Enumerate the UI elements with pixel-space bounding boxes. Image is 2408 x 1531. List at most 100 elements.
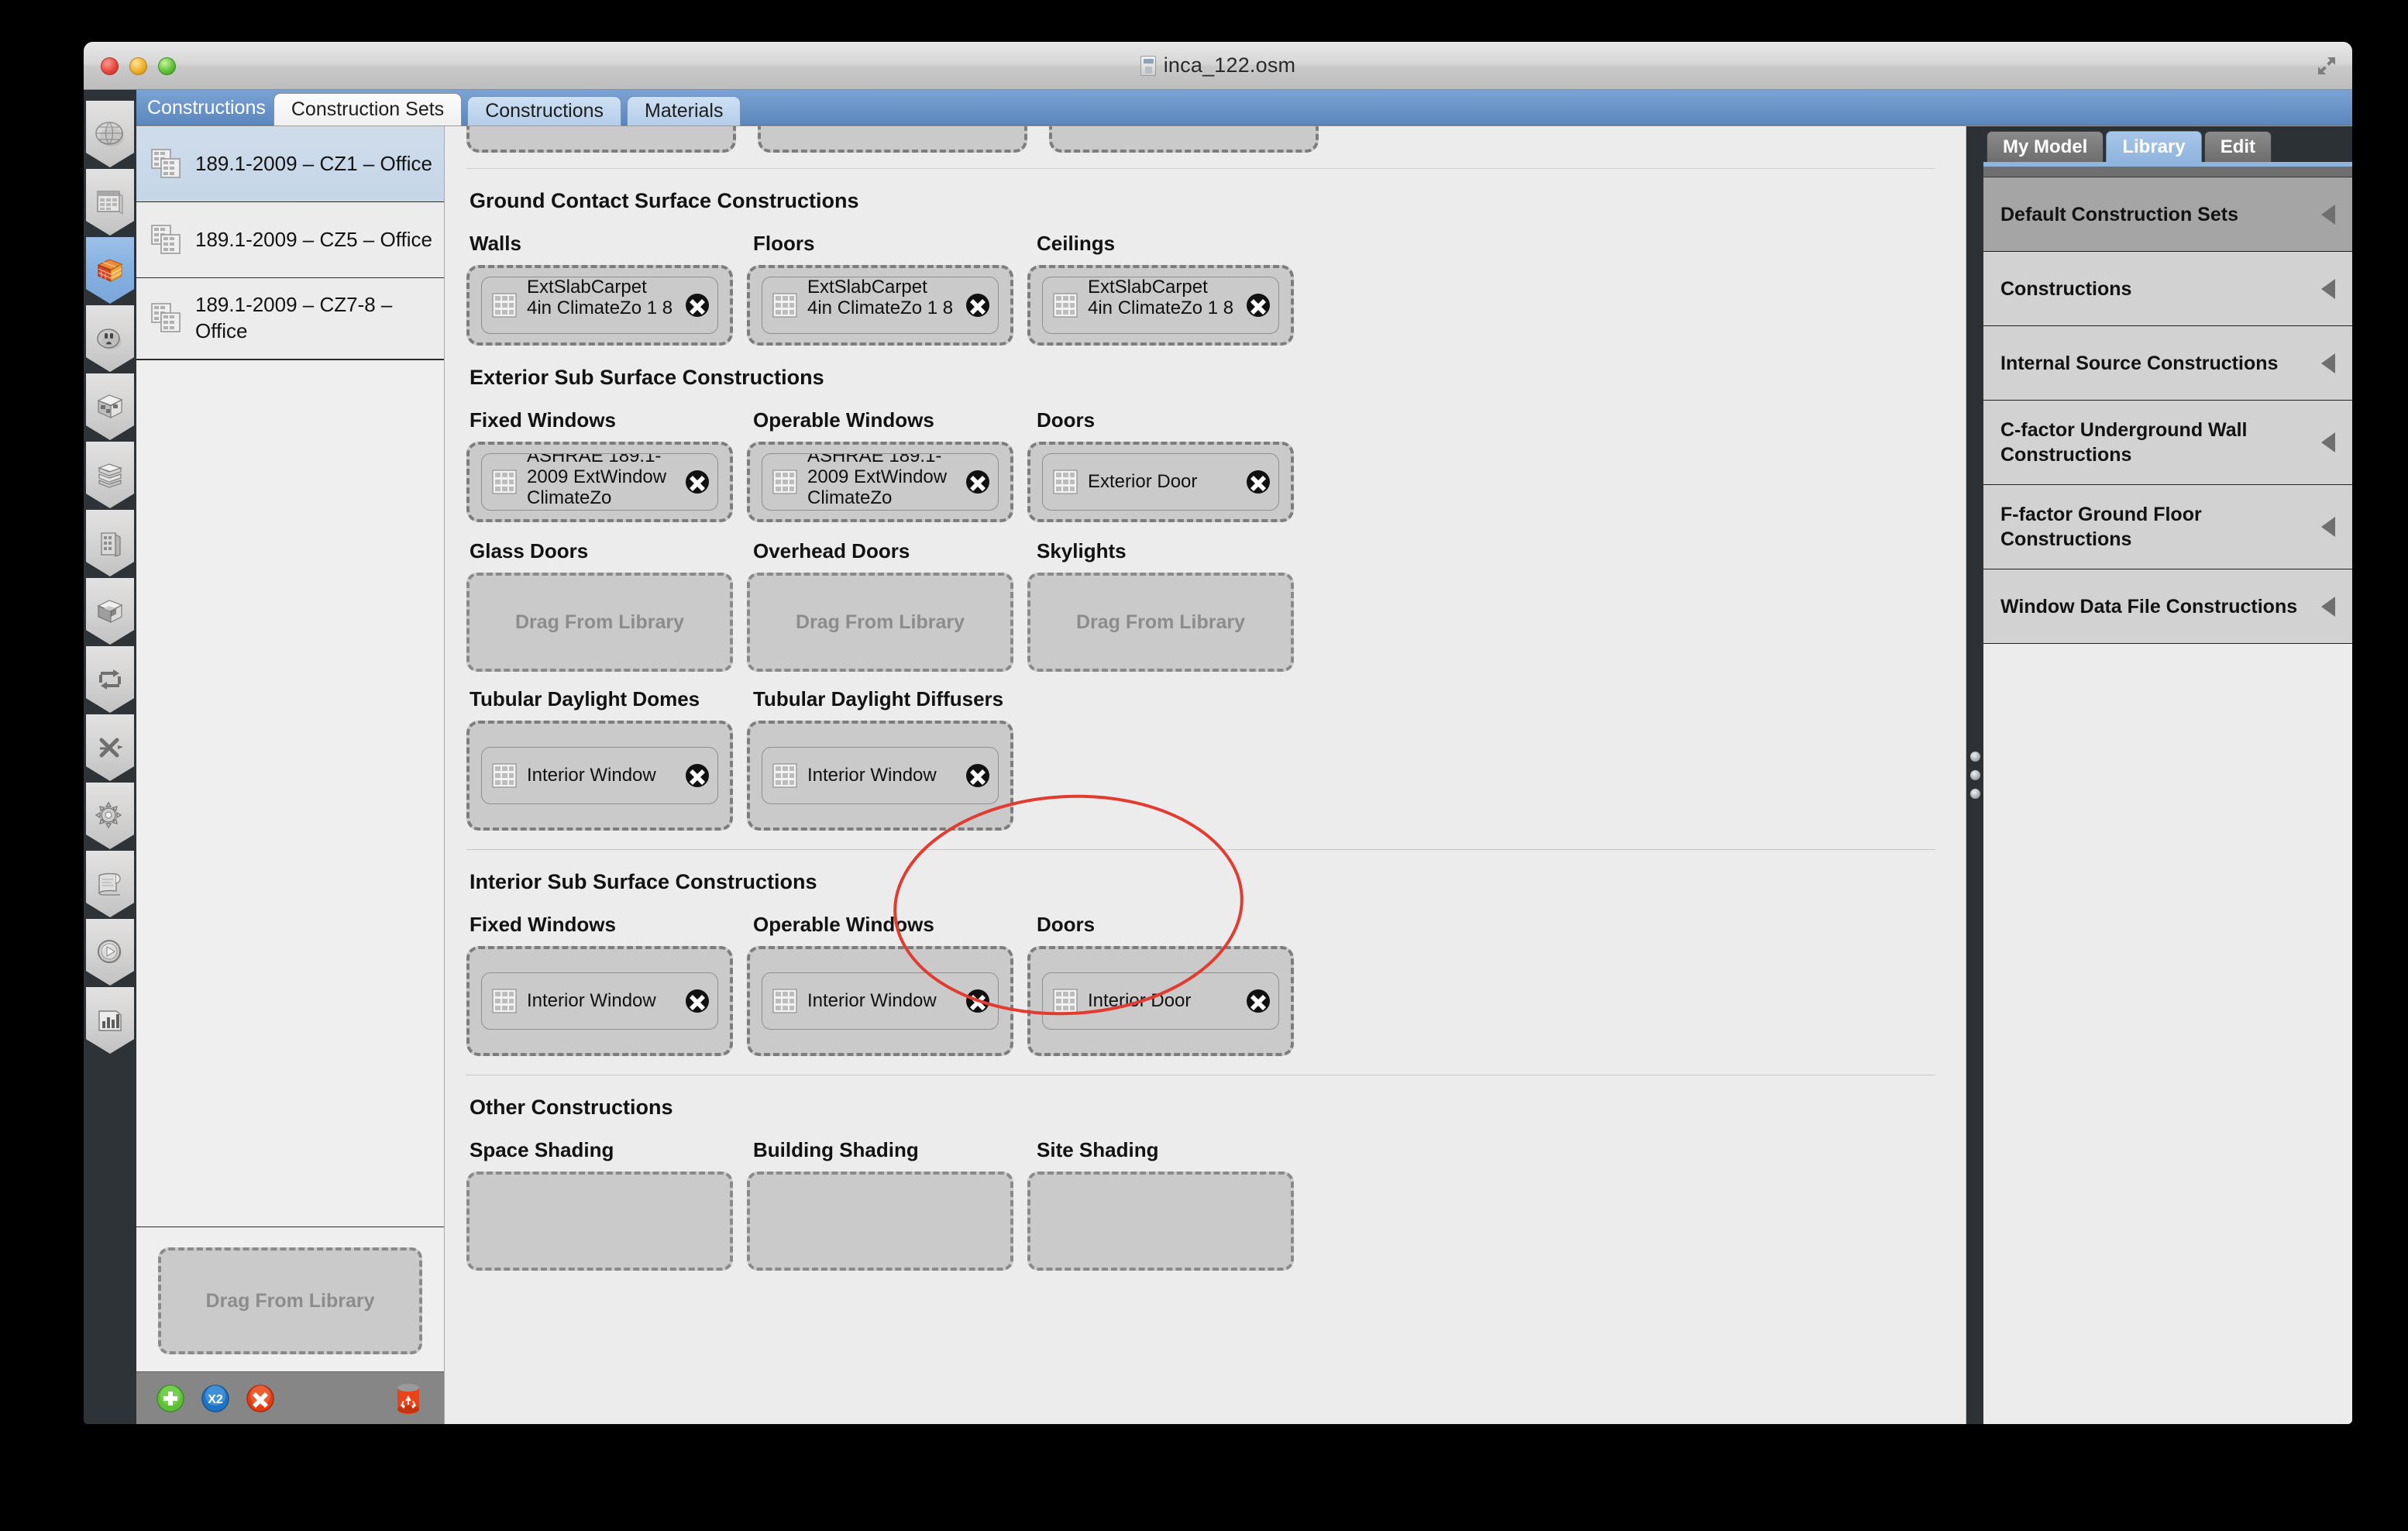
site-icon[interactable] <box>86 101 134 167</box>
glass-doors-dropzone[interactable]: Drag From Library <box>466 573 733 672</box>
remove-construction-button[interactable] <box>964 987 992 1015</box>
construction-card[interactable]: ExtSlabCarpet 4in ClimateZo 1 8 <box>762 277 999 334</box>
construction-drop-slot[interactable]: ExtSlabCarpet 4in ClimateZo 1 8 <box>466 265 733 346</box>
library-item-constructions[interactable]: Constructions <box>1983 252 2352 326</box>
variables-icon[interactable] <box>86 783 134 849</box>
library-item-c-factor-underground-wall-constructions[interactable]: C-factor Underground Wall Constructions <box>1983 401 2352 485</box>
facility-icon[interactable] <box>86 442 134 508</box>
results-summary-icon[interactable] <box>86 987 134 1054</box>
overhead-doors-dropzone[interactable]: Drag From Library <box>747 573 1013 672</box>
remove-construction-button[interactable] <box>964 762 992 790</box>
construction-drop-slot[interactable]: ASHRAE 189.1-2009 ExtWindow ClimateZo <box>747 442 1013 522</box>
library-item-label: Internal Source Constructions <box>2000 352 2279 374</box>
fullscreen-button[interactable] <box>2315 54 2338 77</box>
list-drag-from-library-dropzone[interactable]: Drag From Library <box>158 1247 422 1354</box>
skylights-dropzone[interactable]: Drag From Library <box>1027 573 1294 672</box>
construction-icon <box>1053 989 1078 1013</box>
tab-constructions[interactable]: Constructions <box>467 96 622 126</box>
construction-drop-slot[interactable]: ASHRAE 189.1-2009 ExtWindow ClimateZo <box>466 442 733 522</box>
chevron-left-icon <box>2321 353 2335 373</box>
add-button[interactable] <box>155 1383 186 1414</box>
slot-site-shading <box>1027 1171 1308 1271</box>
construction-card[interactable]: Interior Window <box>481 747 718 804</box>
building-icon[interactable] <box>86 510 134 576</box>
spaces-icon[interactable] <box>86 578 134 645</box>
window-titlebar: inca_122.osm <box>84 42 2352 90</box>
construction-card[interactable]: ExtSlabCarpet 4in ClimateZo 1 8 <box>1042 277 1279 334</box>
construction-drop-slot[interactable]: Interior Window <box>466 946 733 1056</box>
simulation-settings-icon[interactable] <box>86 851 134 917</box>
column-headings: Tubular Daylight Domes Tubular Daylight … <box>466 687 1935 711</box>
grip-dot <box>1969 752 1980 762</box>
construction-card[interactable]: Interior Window <box>481 972 718 1030</box>
schedules-icon[interactable] <box>86 169 134 236</box>
list-item-label: 189.1-2009 – CZ7-8 – Office <box>195 293 393 342</box>
hvac-systems-icon[interactable] <box>86 714 134 781</box>
library-tabbar: My Model Library Edit <box>1983 126 2352 162</box>
run-simulation-icon[interactable] <box>86 919 134 986</box>
slot-building-shading <box>747 1171 1027 1271</box>
column-heading-building-shading: Building Shading <box>753 1138 919 1161</box>
panel-splitter-handle[interactable] <box>1966 126 1983 1424</box>
dropzone-label: Drag From Library <box>1075 611 1246 633</box>
library-item-default-construction-sets[interactable]: Default Construction Sets <box>1983 177 2352 252</box>
remove-construction-button[interactable] <box>1244 291 1272 319</box>
construction-drop-slot[interactable]: ExtSlabCarpet 4in ClimateZo 1 8 <box>1027 265 1294 346</box>
column-heading-tubular-daylight-domes: Tubular Daylight Domes <box>470 687 700 710</box>
remove-button[interactable] <box>245 1383 276 1414</box>
construction-set-detail-scrollarea[interactable]: Ground Contact Surface Constructions Wal… <box>445 126 1966 1424</box>
construction-icon <box>492 763 517 788</box>
construction-card[interactable]: Interior Door <box>1042 972 1279 1030</box>
list-item[interactable]: 189.1-2009 – CZ5 – Office <box>136 202 444 278</box>
space-shading-dropzone[interactable] <box>466 1171 733 1271</box>
constructions-icon[interactable] <box>86 237 134 304</box>
building-shading-dropzone[interactable] <box>747 1171 1013 1271</box>
library-panel: My Model Library Edit Default Constructi… <box>1983 126 2352 1424</box>
construction-set-icon <box>151 302 181 332</box>
tab-construction-sets[interactable]: Construction Sets <box>273 93 463 126</box>
space-types-icon[interactable] <box>86 373 134 440</box>
construction-card[interactable]: Interior Window <box>762 972 999 1030</box>
construction-drop-slot[interactable]: Interior Window <box>466 721 733 831</box>
tab-edit[interactable]: Edit <box>2203 131 2272 162</box>
remove-construction-button[interactable] <box>964 468 992 496</box>
construction-card[interactable]: ASHRAE 189.1-2009 ExtWindow ClimateZo <box>762 453 999 511</box>
card-row-glass-doors: Drag From Library Drag From Library Drag… <box>466 573 1935 672</box>
loads-icon[interactable] <box>86 305 134 372</box>
purge-button[interactable] <box>391 1381 425 1416</box>
site-shading-dropzone[interactable] <box>1027 1171 1294 1271</box>
tab-library[interactable]: Library <box>2106 131 2202 162</box>
remove-construction-button[interactable] <box>683 987 711 1015</box>
construction-drop-slot[interactable]: Interior Door <box>1027 946 1294 1056</box>
slot-tubular-domes: Interior Window <box>466 721 747 831</box>
thermal-zones-icon[interactable] <box>86 646 134 713</box>
construction-drop-slot[interactable]: Interior Window <box>747 721 1013 831</box>
remove-construction-button[interactable] <box>964 291 992 319</box>
library-category-list: Default Construction Sets Constructions … <box>1983 167 2352 1424</box>
tab-my-model[interactable]: My Model <box>1987 131 2104 162</box>
tab-materials[interactable]: Materials <box>627 96 741 126</box>
duplicate-button[interactable]: X2 <box>200 1383 231 1414</box>
construction-name: ASHRAE 189.1-2009 ExtWindow ClimateZo <box>807 453 948 504</box>
list-item[interactable]: 189.1-2009 – CZ1 – Office <box>136 126 444 202</box>
construction-card[interactable]: Exterior Door <box>1042 453 1279 511</box>
remove-construction-button[interactable] <box>683 468 711 496</box>
library-item-internal-source-constructions[interactable]: Internal Source Constructions <box>1983 326 2352 401</box>
list-item-label: 189.1-2009 – CZ5 – Office <box>195 227 432 251</box>
remove-construction-button[interactable] <box>1244 468 1272 496</box>
partial-card <box>466 126 736 153</box>
construction-drop-slot[interactable]: ExtSlabCarpet 4in ClimateZo 1 8 <box>747 265 1013 346</box>
construction-drop-slot[interactable]: Exterior Door <box>1027 442 1294 522</box>
library-item-window-data-file-constructions[interactable]: Window Data File Constructions <box>1983 569 2352 644</box>
library-item-f-factor-ground-floor-constructions[interactable]: F-factor Ground Floor Constructions <box>1983 485 2352 569</box>
construction-card[interactable]: Interior Window <box>762 747 999 804</box>
remove-construction-button[interactable] <box>683 291 711 319</box>
column-heading-tubular-daylight-diffusers: Tubular Daylight Diffusers <box>753 687 1004 710</box>
construction-card[interactable]: ASHRAE 189.1-2009 ExtWindow ClimateZo <box>481 453 718 511</box>
construction-drop-slot[interactable]: Interior Window <box>747 946 1013 1056</box>
list-item[interactable]: 189.1-2009 – CZ7-8 – Office <box>136 278 444 360</box>
construction-card[interactable]: ExtSlabCarpet 4in ClimateZo 1 8 <box>481 277 718 334</box>
remove-construction-button[interactable] <box>1244 987 1272 1015</box>
remove-construction-button[interactable] <box>683 762 711 790</box>
section-title-interior-sub-surface: Interior Sub Surface Constructions <box>470 870 817 893</box>
